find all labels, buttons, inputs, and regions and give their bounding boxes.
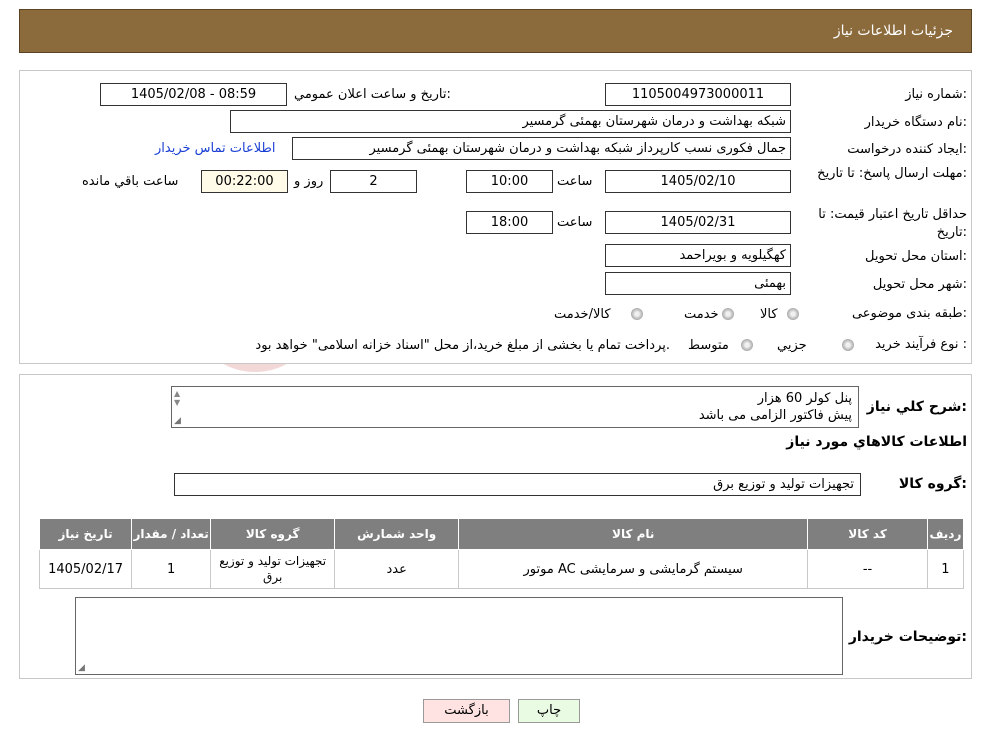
creator-label: ايجاد کننده درخواست: — [847, 142, 967, 157]
col-code: کد کالا — [807, 518, 928, 550]
announce-label: تاریخ و ساعت اعلان عمومي: — [294, 87, 451, 102]
announce-date-field: 1405/02/08 - 08:59 — [100, 83, 287, 106]
goods-section-title: اطلاعات کالاهاي مورد نياز — [786, 434, 967, 450]
goods-group-field: تجهیزات تولید و توزیع برق — [174, 473, 861, 496]
price-valid-time-field: 18:00 — [466, 211, 553, 234]
col-date: تاريخ نياز — [38, 518, 133, 550]
creator-field: جمال فکوری نسب کارپرداز شبکه بهداشت و در… — [292, 137, 791, 160]
process-note: پرداخت تمام يا بخشی از مبلغ خريد،از محل … — [255, 338, 670, 353]
page-title: جزئیات اطلاعات نیاز — [833, 23, 953, 39]
remaining-time-field: 00:22:00 — [201, 170, 288, 193]
description-label: شرح کلي نياز: — [866, 399, 967, 415]
category-radio-service[interactable] — [722, 308, 734, 320]
category-option-goods: کالا — [760, 307, 778, 322]
col-qty: تعداد / مقدار — [131, 518, 212, 550]
buyer-notes-textarea[interactable]: ◢ — [75, 597, 843, 675]
reply-deadline-label: مهلت ارسال پاسخ: تا تاریخ: — [817, 166, 967, 181]
cell-name: موتور AC سیستم گرمایشی و سرمایشی — [458, 549, 809, 589]
province-label: استان محل تحويل: — [865, 249, 967, 264]
category-radio-goods-service[interactable] — [631, 308, 643, 320]
process-label: نوع فرآيند خريد : — [875, 337, 967, 352]
goods-table: تاريخ نياز تعداد / مقدار گروه کالا واحد … — [38, 518, 965, 589]
price-valid-date-field: 1405/02/31 — [605, 211, 791, 234]
category-radio-goods[interactable] — [787, 308, 799, 320]
cell-code: -- — [807, 549, 928, 589]
process-option-minor: جزيي — [777, 338, 807, 353]
description-textarea[interactable]: ▲ ▼ پنل کولر 60 هزار پیش فاکتور الزامی می… — [171, 386, 859, 428]
col-name: نام کالا — [458, 518, 809, 550]
col-group: گروه کالا — [210, 518, 336, 550]
buyer-notes-label: توضيحات خريدار: — [848, 629, 967, 645]
cell-row: 1 — [926, 549, 965, 589]
need-number-label: شماره نیاز: — [905, 87, 967, 102]
category-option-goods-service: کالا/خدمت — [554, 307, 611, 322]
days-field: 2 — [330, 170, 417, 193]
category-label: طبقه بندی موضوعی: — [851, 306, 967, 321]
back-button[interactable]: بازگشت — [423, 699, 510, 723]
cell-unit: عدد — [334, 549, 460, 589]
cell-qty: 1 — [131, 549, 212, 589]
col-row: رديف — [926, 518, 965, 550]
remaining-label: ساعت باقي مانده — [82, 174, 179, 189]
description-line-2: پیش فاکتور الزامی می باشد — [698, 408, 852, 423]
resize-grip-icon[interactable]: ◢ — [174, 416, 181, 426]
buyer-org-label: نام دستگاه خريدار: — [864, 115, 967, 130]
days-label: روز و — [294, 174, 324, 189]
goods-group-label: گروه کالا: — [898, 476, 967, 492]
price-valid-time-label: ساعت — [557, 215, 593, 230]
city-field: بهمئی — [605, 272, 791, 295]
resize-grip-icon[interactable]: ◢ — [78, 663, 85, 673]
reply-time-field: 10:00 — [466, 170, 553, 193]
cell-date: 1405/02/17 — [38, 549, 133, 589]
buyer-org-field: شبکه بهداشت و درمان شهرستان بهمئی گرمسیر — [230, 110, 791, 133]
process-radio-minor[interactable] — [842, 339, 854, 351]
table-row: 1405/02/17 1 تجهیزات تولید و توزیع برق ع… — [38, 549, 965, 589]
city-label: شهر محل تحويل: — [872, 277, 967, 292]
province-field: کهگیلویه و بویراحمد — [605, 244, 791, 267]
process-radio-medium[interactable] — [741, 339, 753, 351]
print-button[interactable]: چاپ — [518, 699, 580, 723]
process-option-medium: متوسط — [688, 338, 729, 353]
page-header: جزئیات اطلاعات نیاز — [19, 9, 972, 53]
scroll-arrows-icon[interactable]: ▲ ▼ — [174, 389, 188, 407]
need-number-field: 1105004973000011 — [605, 83, 791, 106]
category-option-service: خدمت — [684, 307, 719, 322]
col-unit: واحد شمارش — [334, 518, 460, 550]
price-valid-label: حداقل تاريخ اعتبار قيمت: تا تاریخ: — [818, 207, 967, 240]
reply-time-label: ساعت — [557, 174, 593, 189]
reply-date-field: 1405/02/10 — [605, 170, 791, 193]
buyer-contact-link[interactable]: اطلاعات تماس خريدار — [155, 141, 275, 156]
goods-table-header: تاريخ نياز تعداد / مقدار گروه کالا واحد … — [38, 518, 965, 550]
description-line-1: پنل کولر 60 هزار — [757, 391, 852, 406]
cell-group: تجهیزات تولید و توزیع برق — [210, 549, 336, 589]
